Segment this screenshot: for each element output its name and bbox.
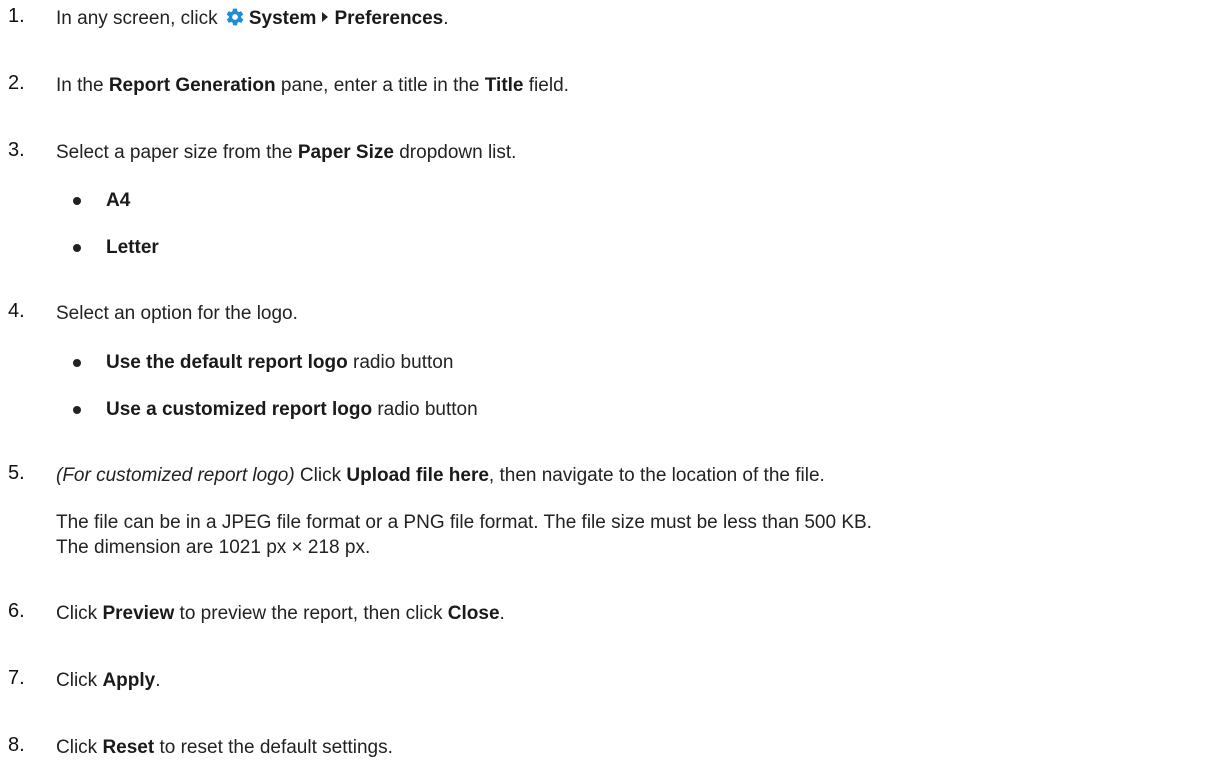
note-line: The file can be in a JPEG file format or… [56,512,872,533]
step-text-part: pane, enter a title in the [275,75,485,96]
step-text: Click Reset to reset the default setting… [56,735,393,761]
step-text: Click Apply. [56,668,161,694]
reset-label: Reset [102,737,155,758]
close-label: Close [447,603,500,624]
preview-label: Preview [102,603,175,624]
paper-size-option: A4 [106,188,130,214]
gear-icon [226,8,244,26]
step-text: In the Report Generation pane, enter a t… [56,73,569,99]
caret-right-icon [322,12,329,22]
step-text-part: . [499,603,505,624]
note-line: The dimension are 1021 px × 218 px. [56,537,371,558]
bullet-icon [73,244,81,252]
step-number: 3. [8,139,25,161]
logo-option-rest: radio button [347,352,454,373]
step-number: 1. [8,5,25,27]
report-generation-pane-label: Report Generation [108,75,276,96]
paper-size-letter: Letter [106,237,159,258]
menu-preferences: Preferences [334,8,444,29]
step-number: 6. [8,600,25,622]
title-field-label: Title [484,75,524,96]
logo-option: Use a customized report logo radio butto… [106,397,478,423]
step-5-note: The file can be in a JPEG file format or… [56,510,1206,560]
step-number: 4. [8,300,25,322]
paper-size-label: Paper Size [297,142,394,163]
step-text: In any screen, click System Preferences. [56,6,449,32]
step-text-part: Click [56,737,103,758]
step-text-part: , then navigate to the location of the f… [488,465,825,486]
step-text: Select a paper size from the Paper Size … [56,140,516,166]
step-text: Select an option for the logo. [56,303,298,324]
bullet-icon [73,406,81,414]
logo-option-rest: radio button [372,399,478,420]
step-number: 7. [8,667,25,689]
step-text-part: Click [56,603,103,624]
step-condition: (For customized report logo) [56,465,295,486]
step-text: (For customized report logo) Click Uploa… [56,463,825,489]
step-text-part: Click [294,465,347,486]
bullet-icon [73,359,81,367]
step-text-part: dropdown list. [393,142,517,163]
step-text-part: In any screen, click [56,8,223,29]
step-text-part: . [155,670,161,691]
upload-file-label: Upload file here [346,465,489,486]
apply-label: Apply [102,670,156,691]
step-text: Click Preview to preview the report, the… [56,601,505,627]
menu-system: System [248,8,317,29]
step-text-part: Select a paper size from the [56,142,298,163]
step-text-part: In the [56,75,109,96]
step-text-part: field. [523,75,569,96]
logo-option: Use the default report logo radio button [106,350,453,376]
paper-size-option: Letter [106,235,159,261]
logo-option-label: Use the default report logo [106,352,348,373]
step-number: 2. [8,72,25,94]
step-text-part: Click [56,670,103,691]
paper-size-a4: A4 [106,190,131,211]
step-text-part: . [443,8,449,29]
logo-option-label: Use a customized report logo [106,399,373,420]
step-text-part: to preview the report, then click [174,603,448,624]
step-number: 8. [8,734,25,756]
step-text-part: to reset the default settings. [154,737,393,758]
step-number: 5. [8,462,25,484]
bullet-icon [73,197,81,205]
